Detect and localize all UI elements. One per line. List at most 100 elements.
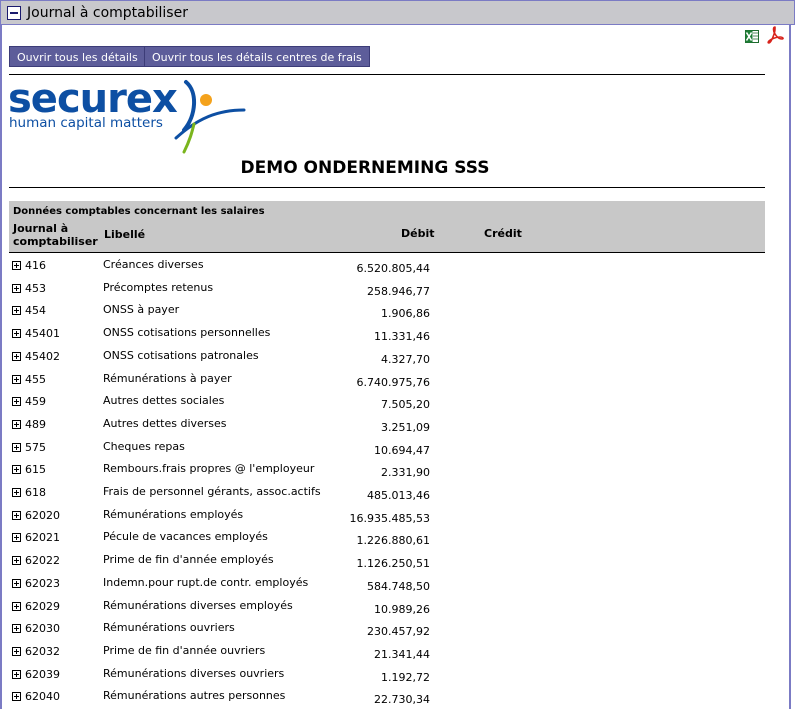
- table-row: 575 Cheques repas 10.694,47: [9, 438, 765, 460]
- account-label: Indemn.pour rupt.de contr. employés: [103, 575, 309, 589]
- account-label: Créances diverses: [103, 258, 204, 271]
- plus-box-icon[interactable]: [12, 419, 21, 429]
- account-label: Rémunérations employés: [103, 507, 244, 521]
- account-number: 575: [25, 440, 46, 454]
- header-debit: Débit: [401, 227, 435, 240]
- debit-amount: 1.226.880,61: [356, 534, 430, 548]
- table-row: 62039 Rémunérations diverses ouvriers 1.19…: [9, 665, 765, 687]
- panel-title: Journal à comptabiliser: [27, 5, 188, 21]
- plus-box-icon[interactable]: [12, 329, 21, 339]
- svg-text:human capital matters: human capital matters: [9, 115, 163, 131]
- plus-box-icon[interactable]: [12, 692, 21, 702]
- debit-amount: 1.126.250,51: [356, 557, 430, 571]
- account-label: ONSS à payer: [103, 303, 180, 317]
- table-row: 62030 Rémunérations ouvriers 230.457,92: [9, 619, 765, 641]
- plus-box-icon[interactable]: [12, 374, 21, 384]
- account-number: 62029: [25, 599, 60, 613]
- account-number: 62022: [25, 554, 60, 568]
- table-header: Données comptables concernant les salair…: [9, 201, 765, 253]
- debit-amount: 6.740.975,76: [356, 375, 430, 389]
- plus-box-icon[interactable]: [12, 578, 21, 588]
- account-label: Rémunérations diverses employés: [103, 598, 293, 612]
- account-number: 459: [25, 395, 46, 409]
- plus-box-icon[interactable]: [12, 669, 21, 679]
- table-row: 416 Créances diverses 6.520.805,44: [9, 256, 765, 278]
- table-row: 453 Précomptes retenus 258.946,77: [9, 279, 765, 301]
- debit-amount: 10.989,26: [374, 602, 430, 616]
- plus-box-icon[interactable]: [12, 601, 21, 611]
- account-label: Prime de fin d'année employés: [103, 553, 274, 567]
- account-number: 62039: [25, 667, 60, 681]
- divider: [9, 74, 765, 75]
- section-title: Données comptables concernant les salair…: [13, 206, 265, 217]
- account-number: 455: [25, 372, 46, 386]
- account-number: 62040: [25, 690, 60, 704]
- debit-amount: 258.946,77: [367, 284, 430, 298]
- account-label: Rémunérations à payer: [103, 371, 232, 385]
- debit-amount: 16.935.485,53: [349, 511, 430, 525]
- account-number: 45401: [25, 327, 60, 341]
- table-row: 454 ONSS à payer 1.906,86: [9, 301, 765, 323]
- plus-box-icon[interactable]: [12, 351, 21, 361]
- plus-box-icon[interactable]: [12, 442, 21, 452]
- plus-box-icon[interactable]: [12, 261, 21, 270]
- debit-amount: 3.251,09: [381, 420, 430, 434]
- pdf-icon[interactable]: [766, 26, 784, 44]
- debit-amount: 485.013,46: [367, 489, 430, 502]
- table-row: 615 Rembours.frais propres @ l'employeur 2…: [9, 460, 765, 482]
- debit-amount: 10.694,47: [374, 443, 430, 457]
- header-journal: Journal à comptabiliser: [13, 222, 98, 248]
- account-label: Frais de personnel gérants, assoc.actifs: [103, 485, 321, 498]
- debit-amount: 2.331,90: [381, 466, 430, 480]
- debit-amount: 11.331,46: [374, 330, 430, 344]
- table-row: 45402 ONSS cotisations patronales 4.327,70: [9, 347, 765, 369]
- table-row: 62023 Indemn.pour rupt.de contr. employés…: [9, 574, 765, 596]
- account-label: Rémunérations diverses ouvriers: [103, 666, 285, 680]
- open-all-cost-center-details-button[interactable]: Ouvrir tous les détails centres de frais: [144, 46, 370, 67]
- plus-box-icon[interactable]: [12, 283, 21, 293]
- account-number: 416: [25, 259, 46, 272]
- table-row: 45401 ONSS cotisations personnelles 11.331…: [9, 324, 765, 346]
- table-row: 62021 Pécule de vacances employés 1.226.88…: [9, 528, 765, 550]
- account-label: ONSS cotisations patronales: [103, 348, 259, 362]
- account-number: 489: [25, 417, 46, 431]
- account-label: Autres dettes diverses: [103, 416, 227, 430]
- account-label: Autres dettes sociales: [103, 394, 225, 408]
- plus-box-icon[interactable]: [12, 397, 21, 407]
- plus-box-icon[interactable]: [12, 306, 21, 316]
- table-row: 62022 Prime de fin d'année employés 1.126.…: [9, 551, 765, 573]
- account-number: 454: [25, 304, 46, 318]
- collapse-icon[interactable]: [7, 6, 21, 20]
- account-label: Précomptes retenus: [103, 280, 214, 294]
- open-all-details-button[interactable]: Ouvrir tous les détails: [9, 46, 146, 67]
- account-label: ONSS cotisations personnelles: [103, 326, 271, 340]
- plus-box-icon[interactable]: [12, 488, 21, 497]
- debit-amount: 7.505,20: [381, 398, 430, 412]
- table-row: 618 Frais de personnel gérants, assoc.act…: [9, 483, 765, 505]
- table-row: 459 Autres dettes sociales 7.505,20: [9, 392, 765, 414]
- account-label: Prime de fin d'année ouvriers: [103, 643, 266, 657]
- account-number: 62030: [25, 622, 60, 636]
- account-label: Rémunérations ouvriers: [103, 621, 235, 635]
- debit-amount: 6.520.805,44: [356, 262, 430, 275]
- plus-box-icon[interactable]: [12, 556, 21, 566]
- plus-box-icon[interactable]: [12, 510, 21, 520]
- account-number: 453: [25, 281, 46, 295]
- table-row: 62032 Prime de fin d'année ouvriers 21.341…: [9, 642, 765, 664]
- header-libelle: Libellé: [104, 228, 146, 241]
- table-row: 455 Rémunérations à payer 6.740.975,76: [9, 370, 765, 392]
- account-number: 618: [25, 486, 46, 499]
- plus-box-icon[interactable]: [12, 624, 21, 634]
- header-credit: Crédit: [484, 227, 522, 240]
- table-row: 62040 Rémunérations autres personnes 22.73…: [9, 687, 765, 709]
- debit-amount: 22.730,34: [374, 693, 430, 707]
- debit-amount: 1.192,72: [381, 670, 430, 684]
- account-number: 45402: [25, 349, 60, 363]
- plus-box-icon[interactable]: [12, 646, 21, 656]
- debit-amount: 21.341,44: [374, 647, 430, 661]
- plus-box-icon[interactable]: [12, 465, 21, 475]
- excel-icon[interactable]: [745, 30, 759, 43]
- account-number: 62021: [25, 531, 60, 545]
- plus-box-icon[interactable]: [12, 533, 21, 543]
- debit-amount: 4.327,70: [381, 352, 430, 366]
